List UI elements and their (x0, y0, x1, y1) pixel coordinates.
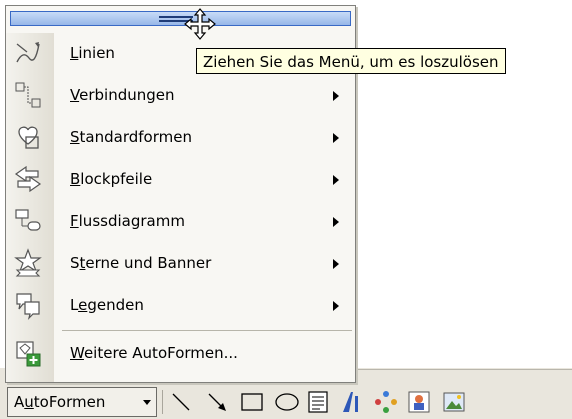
block-arrows-icon (14, 165, 42, 193)
diagram-icon[interactable] (372, 388, 400, 416)
wordart-icon[interactable] (337, 388, 365, 416)
line-icon[interactable] (167, 388, 195, 416)
rectangle-icon[interactable] (238, 388, 266, 416)
menu-item-label: Standardformen (70, 128, 192, 146)
basic-shapes-icon (18, 126, 39, 149)
stars-banners-icon (14, 248, 42, 277)
menu-item-label: Blockpfeile (70, 170, 153, 188)
textbox-icon[interactable] (304, 388, 332, 416)
submenu-arrow-icon (333, 259, 339, 269)
toolbar-top-edge (356, 369, 572, 370)
flowchart-icon (15, 209, 41, 231)
menu-item-label: Sterne und Banner (70, 254, 212, 272)
menu-item-standardformen[interactable]: Standardformen (7, 116, 354, 158)
connectors-icon (15, 82, 41, 108)
menu-item-blockpfeile[interactable]: Blockpfeile (7, 158, 354, 200)
menu-drag-handle[interactable] (10, 11, 351, 26)
menu-item-label: Verbindungen (70, 86, 175, 104)
menu-item-sterne-und-banner[interactable]: Sterne und Banner (7, 242, 354, 284)
oval-icon[interactable] (273, 388, 301, 416)
menu-item-weitere-autoformen[interactable]: Weitere AutoFormen... (7, 332, 354, 374)
autoshapes-screen: AutoFormen Linien Verbindungen Standardf… (0, 0, 572, 419)
submenu-arrow-icon (333, 301, 339, 311)
menu-item-verbindungen[interactable]: Verbindungen (7, 74, 354, 116)
picture-icon[interactable] (440, 388, 468, 416)
menu-item-legenden[interactable]: Legenden (7, 284, 354, 326)
menu-separator (62, 330, 352, 331)
menu-item-label: Linien (70, 44, 115, 62)
menu-item-label: Weitere AutoFormen... (70, 344, 238, 362)
toolbar-separator (162, 390, 163, 414)
submenu-arrow-icon (333, 175, 339, 185)
tooltip: Ziehen Sie das Menü, um es loszulösen (196, 48, 506, 74)
lines-icon (16, 42, 40, 63)
more-autoshapes-icon (16, 341, 41, 367)
submenu-arrow-icon (333, 91, 339, 101)
clipart-icon[interactable] (405, 388, 433, 416)
menu-item-label: Legenden (70, 296, 144, 314)
autoforms-button[interactable]: AutoFormen (7, 387, 157, 417)
submenu-arrow-icon (333, 133, 339, 143)
callouts-icon (16, 293, 40, 320)
submenu-arrow-icon (333, 217, 339, 227)
menu-item-label: Flussdiagramm (70, 212, 185, 230)
menu-item-flussdiagramm[interactable]: Flussdiagramm (7, 200, 354, 242)
arrow-icon[interactable] (203, 388, 231, 416)
chevron-down-icon (143, 400, 151, 405)
autoforms-label: AutoFormen (14, 393, 106, 411)
